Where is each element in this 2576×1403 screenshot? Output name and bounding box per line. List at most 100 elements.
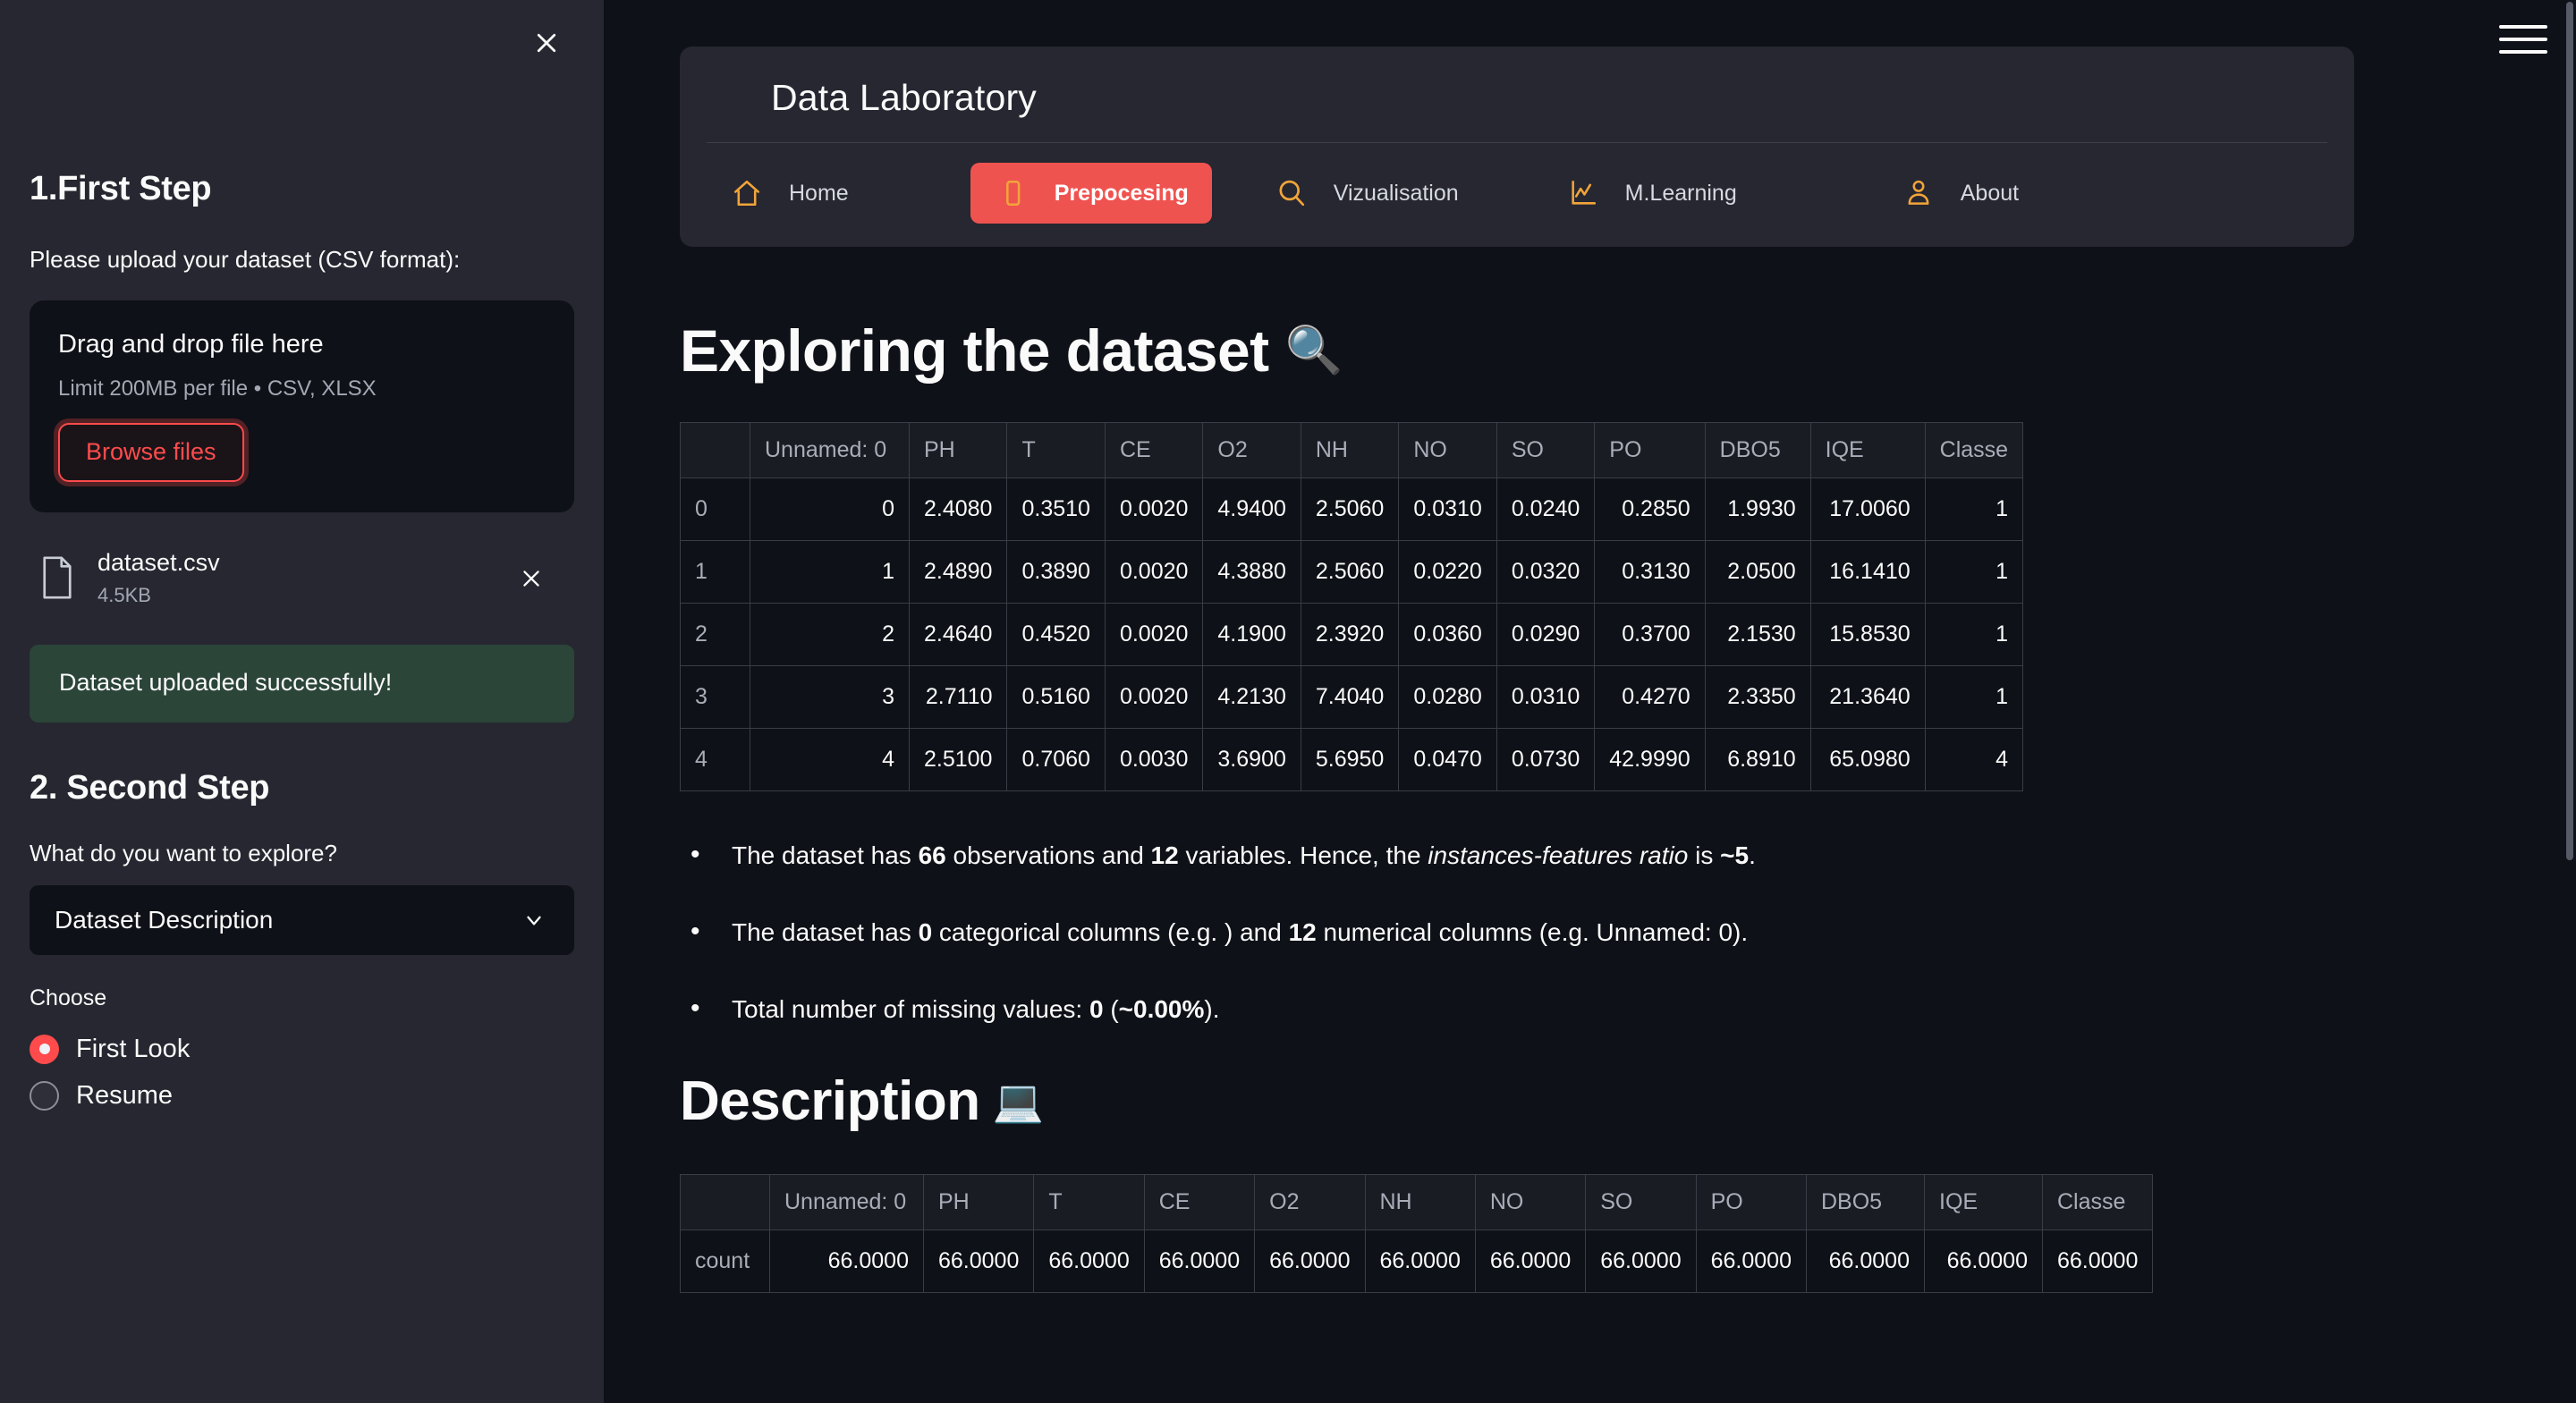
- table-cell: 2.4640: [910, 604, 1007, 666]
- hamburger-menu-icon[interactable]: [2499, 20, 2547, 59]
- table-column-header: SO: [1586, 1174, 1696, 1230]
- table-cell: 4: [750, 729, 910, 791]
- radio-option-first-look[interactable]: First Look: [30, 1026, 574, 1072]
- table-cell: 66.0000: [770, 1230, 924, 1292]
- table-cell: 1: [1925, 604, 2022, 666]
- table-cell: 66.0000: [924, 1230, 1034, 1292]
- nav-item-about[interactable]: About: [1877, 163, 2042, 224]
- table-cell: 6.8910: [1705, 729, 1810, 791]
- page-title-text: Exploring the dataset: [680, 317, 1269, 385]
- radio-option-resume[interactable]: Resume: [30, 1072, 574, 1119]
- table-header: Unnamed: 0PHTCEO2NHNOSOPODBO5IQEClasse: [681, 1174, 2153, 1230]
- table-header-row: Unnamed: 0PHTCEO2NHNOSOPODBO5IQEClasse: [681, 1174, 2153, 1230]
- dataset-head-table: Unnamed: 0PHTCEO2NHNOSOPODBO5IQEClasse 0…: [680, 422, 2023, 791]
- magnifying-glass-icon: 🔍: [1285, 327, 1343, 374]
- table-cell: 15.8530: [1810, 604, 1925, 666]
- table-column-header: NO: [1399, 423, 1496, 478]
- table-cell: 5.6950: [1301, 729, 1398, 791]
- table-column-header: DBO5: [1705, 423, 1810, 478]
- table-column-header: NO: [1475, 1174, 1585, 1230]
- browse-files-button[interactable]: Browse files: [58, 423, 244, 483]
- table-cell: 1: [1925, 478, 2022, 541]
- remove-file-button[interactable]: [512, 559, 551, 598]
- table-column-header: Unnamed: 0: [770, 1174, 924, 1230]
- close-icon: [533, 30, 560, 56]
- table-cell: 66.0000: [1807, 1230, 1925, 1292]
- explore-select[interactable]: Dataset Description: [30, 885, 574, 955]
- choose-radio-group: First Look Resume: [30, 1026, 574, 1119]
- table-body: 002.40800.35100.00204.94002.50600.03100.…: [681, 478, 2023, 791]
- home-icon: [728, 174, 766, 212]
- table-cell: 0.0020: [1105, 478, 1202, 541]
- radio-icon-unselected: [30, 1081, 59, 1111]
- dropzone-limit-label: Limit 200MB per file • CSV, XLSX: [58, 376, 546, 401]
- app-title: Data Laboratory: [707, 46, 2327, 143]
- table-cell: 2.5100: [910, 729, 1007, 791]
- table-cell: 1: [750, 541, 910, 604]
- search-icon: [1273, 174, 1310, 212]
- table-cell: 2.5060: [1301, 478, 1398, 541]
- table-column-header: IQE: [1925, 1174, 2043, 1230]
- table-cell: 1: [1925, 541, 2022, 604]
- table-row-index: 0: [681, 478, 750, 541]
- table-cell: 0.0020: [1105, 541, 1202, 604]
- summary-list-item: Total number of missing values: 0 (~0.00…: [680, 992, 2576, 1027]
- table-cell: 66.0000: [1586, 1230, 1696, 1292]
- table-cell: 66.0000: [1696, 1230, 1806, 1292]
- table-column-header: NH: [1301, 423, 1398, 478]
- table-index-header: [681, 1174, 770, 1230]
- table-cell: 0.7060: [1007, 729, 1105, 791]
- hamburger-bar: [2499, 38, 2547, 41]
- explore-select-value: Dataset Description: [55, 906, 519, 934]
- nav-item-mlearning[interactable]: M.Learning: [1541, 163, 1760, 224]
- table-column-header: Unnamed: 0: [750, 423, 910, 478]
- table-cell: 0.2850: [1595, 478, 1705, 541]
- table-column-header: PH: [910, 423, 1007, 478]
- page-scrollbar[interactable]: [2563, 0, 2576, 1403]
- scrollbar-thumb[interactable]: [2566, 2, 2573, 860]
- description-title: Description 💻: [680, 1069, 2576, 1133]
- table-column-header: NH: [1365, 1174, 1475, 1230]
- file-uploader-dropzone[interactable]: Drag and drop file here Limit 200MB per …: [30, 300, 574, 512]
- radio-label: First Look: [76, 1035, 190, 1064]
- summary-list-item: The dataset has 0 categorical columns (e…: [680, 915, 2576, 950]
- table-cell: 4.3880: [1203, 541, 1301, 604]
- document-icon: [994, 174, 1031, 212]
- table-column-header: PO: [1696, 1174, 1806, 1230]
- page-title: Exploring the dataset 🔍: [680, 317, 2576, 385]
- nav-item-label: Vizualisation: [1334, 181, 1459, 207]
- table-cell: 2.3350: [1705, 666, 1810, 729]
- table-cell: 0.4270: [1595, 666, 1705, 729]
- table-cell: 0: [750, 478, 910, 541]
- table-column-header: DBO5: [1807, 1174, 1925, 1230]
- table-cell: 1.9930: [1705, 478, 1810, 541]
- dropzone-title: Drag and drop file here: [58, 328, 546, 362]
- nav-item-home[interactable]: Home: [705, 163, 872, 224]
- step-2-title: 2. Second Step: [30, 769, 574, 807]
- table-cell: 0.0020: [1105, 666, 1202, 729]
- table-cell: 66.0000: [1255, 1230, 1365, 1292]
- table-cell: 21.3640: [1810, 666, 1925, 729]
- table-column-header: SO: [1496, 423, 1594, 478]
- table-cell: 4.1900: [1203, 604, 1301, 666]
- close-icon: [520, 567, 543, 590]
- table-cell: 4: [1925, 729, 2022, 791]
- dataset-summary-list: The dataset has 66 observations and 12 v…: [680, 838, 2576, 1027]
- sidebar-close-button[interactable]: [521, 18, 572, 68]
- nav-item-vizualisation[interactable]: Vizualisation: [1250, 163, 1482, 224]
- table-cell: 0.0320: [1496, 541, 1594, 604]
- table-cell: 2.3920: [1301, 604, 1398, 666]
- table-cell: 0.3130: [1595, 541, 1705, 604]
- table-row: 222.46400.45200.00204.19002.39200.03600.…: [681, 604, 2023, 666]
- table-column-header: Classe: [2043, 1174, 2153, 1230]
- table-cell: 2.7110: [910, 666, 1007, 729]
- table-cell: 0.0310: [1496, 666, 1594, 729]
- app-root: 1.First Step Please upload your dataset …: [0, 0, 2576, 1403]
- table-cell: 4.2130: [1203, 666, 1301, 729]
- table-row-index: 2: [681, 604, 750, 666]
- step-1-prompt: Please upload your dataset (CSV format):: [30, 242, 574, 277]
- nav-item-label: M.Learning: [1625, 181, 1737, 207]
- table-cell: 0.0240: [1496, 478, 1594, 541]
- nav-item-prepocesing[interactable]: Prepocesing: [970, 163, 1212, 224]
- table-cell: 66.0000: [1034, 1230, 1144, 1292]
